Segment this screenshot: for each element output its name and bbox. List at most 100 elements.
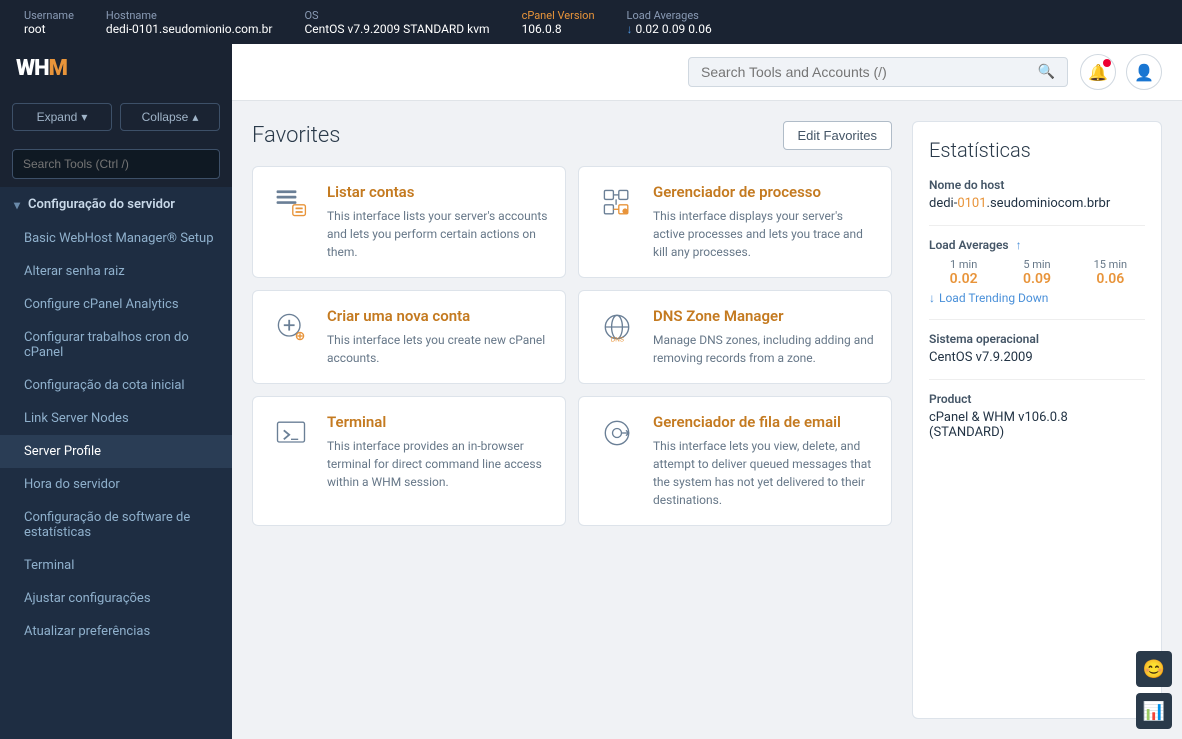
sidebar-buttons: Expand ▾ Collapse ▴ bbox=[0, 93, 232, 141]
stat-os-label: Sistema operacional bbox=[929, 332, 1145, 346]
card-icon-list bbox=[269, 183, 313, 227]
card-desc-terminal: This interface provides an in-browser te… bbox=[327, 437, 549, 491]
sidebar-item-configure-cpanel[interactable]: Configure cPanel Analytics bbox=[0, 288, 232, 321]
favorites-header: Favorites Edit Favorites bbox=[252, 121, 892, 150]
expand-button[interactable]: Expand ▾ bbox=[12, 103, 112, 131]
card-desc-gerenciador-processo: This interface displays your server's ac… bbox=[653, 207, 875, 261]
card-title-listar-contas: Listar contas bbox=[327, 183, 549, 201]
notification-button[interactable]: 🔔 bbox=[1080, 54, 1116, 90]
cpanel-value: 106.0.8 bbox=[522, 22, 595, 36]
card-listar-contas[interactable]: Listar contas This interface lists your … bbox=[252, 166, 566, 278]
card-gerenciador-processo[interactable]: Gerenciador de processo This interface d… bbox=[578, 166, 892, 278]
stats-title: Estatísticas bbox=[929, 138, 1145, 162]
stat-product-label: Product bbox=[929, 392, 1145, 406]
load-label: Load Averages bbox=[627, 9, 712, 22]
user-menu-button[interactable]: 👤 bbox=[1126, 54, 1162, 90]
load-1-value: 0.02 bbox=[929, 271, 998, 287]
chart-icon: 📊 bbox=[1143, 701, 1165, 722]
card-title-gerenciador-processo: Gerenciador de processo bbox=[653, 183, 875, 201]
sidebar-item-terminal[interactable]: Terminal bbox=[0, 549, 232, 582]
load-5-value: 0.09 bbox=[1002, 271, 1071, 287]
card-body-listar-contas: Listar contas This interface lists your … bbox=[327, 183, 549, 261]
stat-product: Product cPanel & WHM v106.0.8 (STANDARD) bbox=[929, 392, 1145, 440]
card-icon-add-account bbox=[269, 307, 313, 351]
card-body-criar-conta: Criar uma nova conta This interface lets… bbox=[327, 307, 549, 367]
os-info: OS CentOS v7.9.2009 STANDARD kvm bbox=[304, 9, 489, 36]
load-5-label: 5 min bbox=[1002, 258, 1071, 271]
card-icon-dns: DNS bbox=[595, 307, 639, 351]
svg-text:DNS: DNS bbox=[611, 336, 624, 343]
corner-chart-button[interactable]: 📊 bbox=[1136, 693, 1172, 729]
chevron-down-icon: ▾ bbox=[14, 198, 20, 212]
user-icon: 👤 bbox=[1134, 63, 1154, 82]
sidebar-item-atualizar-preferencias[interactable]: Atualizar preferências bbox=[0, 615, 232, 648]
divider-2 bbox=[929, 319, 1145, 320]
username-info: Username root bbox=[24, 9, 74, 36]
sidebar-item-ajustar-configuracoes[interactable]: Ajustar configurações bbox=[0, 582, 232, 615]
section-label: Configuração do servidor bbox=[28, 197, 175, 212]
card-fila-email[interactable]: Gerenciador de fila de email This interf… bbox=[578, 396, 892, 526]
collapse-button[interactable]: Collapse ▴ bbox=[120, 103, 220, 131]
load-trend: ↓ Load Trending Down bbox=[929, 291, 1145, 305]
load-down-icon: ↓ bbox=[627, 22, 636, 36]
card-title-criar-conta: Criar uma nova conta bbox=[327, 307, 549, 325]
card-desc-dns-zone: Manage DNS zones, including adding and r… bbox=[653, 331, 875, 367]
card-dns-zone[interactable]: DNS DNS Zone Manager Manage DNS zones, i… bbox=[578, 290, 892, 384]
expand-icon: ▾ bbox=[81, 110, 87, 124]
os-value: CentOS v7.9.2009 STANDARD kvm bbox=[304, 22, 489, 36]
sidebar-item-hora-servidor[interactable]: Hora do servidor bbox=[0, 468, 232, 501]
sidebar-section-config: ▾ Configuração do servidor Basic WebHost… bbox=[0, 187, 232, 648]
search-icon: 🔍 bbox=[1038, 64, 1055, 80]
main-layout: WHM Expand ▾ Collapse ▴ ▾ Configuração d… bbox=[0, 44, 1182, 739]
top-bar: Username root Hostname dedi-0101.seudomi… bbox=[0, 0, 1182, 44]
sidebar-item-link-server-nodes[interactable]: Link Server Nodes bbox=[0, 402, 232, 435]
load-5-col: 5 min 0.09 bbox=[1002, 258, 1071, 287]
smiley-icon: 😊 bbox=[1143, 659, 1165, 680]
card-icon-email bbox=[595, 413, 639, 457]
card-criar-conta[interactable]: Criar uma nova conta This interface lets… bbox=[252, 290, 566, 384]
load-15-value: 0.06 bbox=[1076, 271, 1145, 287]
sidebar-search-input[interactable] bbox=[12, 149, 220, 179]
card-terminal[interactable]: Terminal This interface provides an in-b… bbox=[252, 396, 566, 526]
sidebar-item-basic-webhost[interactable]: Basic WebHost Manager® Setup bbox=[0, 222, 232, 255]
notification-dot bbox=[1103, 59, 1111, 67]
content-area: 🔍 🔔 👤 Favorites Edit Favorites bbox=[232, 44, 1182, 739]
sidebar-item-configurar-cron[interactable]: Configurar trabalhos cron do cPanel bbox=[0, 321, 232, 369]
card-title-fila-email: Gerenciador de fila de email bbox=[653, 413, 875, 431]
sidebar-item-configuracao-software[interactable]: Configuração de software de estatísticas bbox=[0, 501, 232, 549]
sidebar-search bbox=[0, 141, 232, 187]
stat-hostname-label: Nome do host bbox=[929, 178, 1145, 192]
search-input[interactable] bbox=[701, 64, 1030, 80]
sidebar-item-server-profile[interactable]: Server Profile bbox=[0, 435, 232, 468]
whm-logo: WHM bbox=[16, 56, 67, 81]
edit-favorites-button[interactable]: Edit Favorites bbox=[783, 121, 892, 150]
card-desc-fila-email: This interface lets you view, delete, an… bbox=[653, 437, 875, 509]
username-value: root bbox=[24, 22, 74, 36]
stat-load-label: Load Averages ↑ bbox=[929, 238, 1145, 252]
hostname-info: Hostname dedi-0101.seudomionio.com.br bbox=[106, 9, 273, 36]
os-label: OS bbox=[304, 9, 489, 22]
card-desc-listar-contas: This interface lists your server's accou… bbox=[327, 207, 549, 261]
card-title-dns-zone: DNS Zone Manager bbox=[653, 307, 875, 325]
header-icons: 🔔 👤 bbox=[1080, 54, 1162, 90]
load-15-col: 15 min 0.06 bbox=[1076, 258, 1145, 287]
load-averages-grid: 1 min 0.02 5 min 0.09 15 min 0.06 bbox=[929, 258, 1145, 287]
sidebar-section-header[interactable]: ▾ Configuração do servidor bbox=[0, 187, 232, 222]
load-15: 0.06 bbox=[688, 22, 711, 36]
hostname-highlight: 0101 bbox=[957, 196, 986, 211]
card-desc-criar-conta: This interface lets you create new cPane… bbox=[327, 331, 549, 367]
card-body-gerenciador-processo: Gerenciador de processo This interface d… bbox=[653, 183, 875, 261]
cpanel-label: cPanel Version bbox=[522, 9, 595, 22]
card-title-terminal: Terminal bbox=[327, 413, 549, 431]
sidebar-item-alterar-senha[interactable]: Alterar senha raiz bbox=[0, 255, 232, 288]
stat-load: Load Averages ↑ 1 min 0.02 5 min 0.09 bbox=[929, 238, 1145, 305]
sidebar-logo: WHM bbox=[0, 44, 232, 93]
sidebar-item-configuracao-cota[interactable]: Configuração da cota inicial bbox=[0, 369, 232, 402]
load-trend-arrow: ↓ bbox=[929, 291, 935, 305]
sidebar: WHM Expand ▾ Collapse ▴ ▾ Configuração d… bbox=[0, 44, 232, 739]
corner-smiley-button[interactable]: 😊 bbox=[1136, 651, 1172, 687]
card-body-terminal: Terminal This interface provides an in-b… bbox=[327, 413, 549, 509]
load-1-col: 1 min 0.02 bbox=[929, 258, 998, 287]
load-trend-text: Load Trending Down bbox=[939, 291, 1048, 305]
stat-os: Sistema operacional CentOS v7.9.2009 bbox=[929, 332, 1145, 365]
